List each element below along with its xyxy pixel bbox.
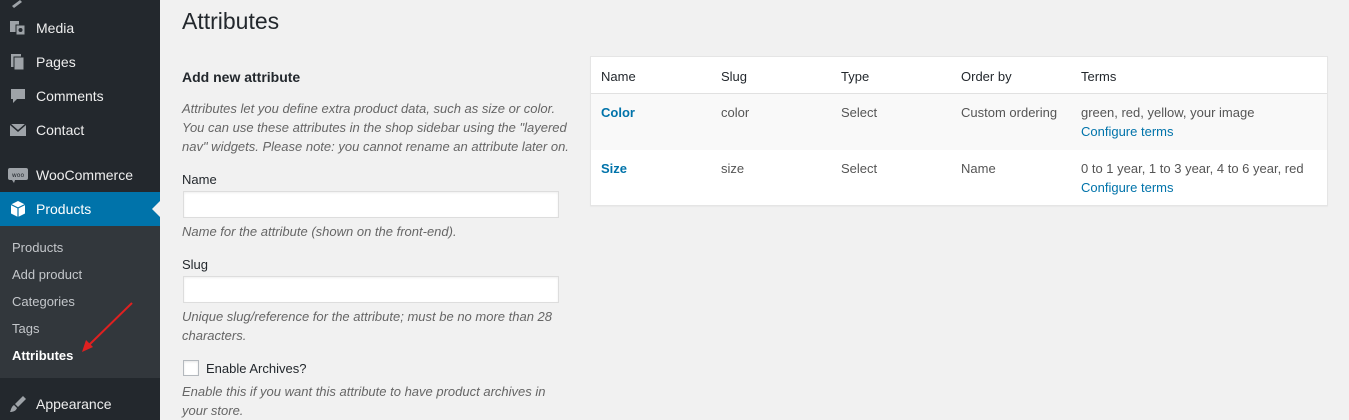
archives-description: Enable this if you want this attribute t… [182,384,546,418]
submenu-item-attributes[interactable]: Attributes [12,348,73,364]
menu-item-appearance[interactable]: Appearance [0,387,160,420]
configure-terms-link[interactable]: Configure terms [1081,124,1173,140]
menu-item-woocommerce[interactable]: woo WooCommerce [0,158,160,192]
slug-label: Slug [182,257,209,272]
name-label: Name [182,172,217,187]
enable-archives-checkbox[interactable] [183,360,199,376]
attribute-order-by: Name [961,161,996,176]
media-icon [8,19,28,37]
menu-item-comments[interactable]: Comments [0,79,160,113]
attribute-slug: size [721,161,745,176]
menu-label-contact: Contact [36,122,85,138]
enable-archives-label[interactable]: Enable Archives? [206,361,306,377]
attribute-type: Select [841,161,878,176]
attribute-name-link[interactable]: Size [601,161,627,177]
form-intro-text: Attributes let you define extra product … [182,101,569,154]
menu-item-media[interactable]: Media [0,11,160,45]
attribute-terms: 0 to 1 year, 1 to 3 year, 4 to 6 year, r… [1081,161,1304,176]
collapsed-item-icon [12,0,22,8]
name-input[interactable] [183,191,559,218]
attribute-order-by: Custom ordering [961,105,1058,120]
woocommerce-icon: woo [8,166,28,184]
page-title: Attributes [182,8,280,34]
column-header-type: Type [841,69,870,84]
pages-icon [8,53,28,71]
table-row: Color color Select Custom ordering green… [591,94,1327,150]
menu-label-media: Media [36,20,75,36]
menu-label-products: Products [36,201,92,217]
attribute-type: Select [841,105,878,120]
name-description: Name for the attribute (shown on the fro… [182,224,457,239]
attribute-name-link[interactable]: Color [601,105,635,121]
comments-icon [8,87,28,105]
red-arrow-annotation-icon [82,302,133,352]
submenu-item-categories[interactable]: Categories [12,294,75,310]
menu-label-woocommerce: WooCommerce [36,167,133,183]
menu-label-appearance: Appearance [36,396,112,412]
attributes-table: Name Slug Type Order by Terms Color colo… [590,56,1328,206]
table-header: Name Slug Type Order by Terms [591,57,1327,94]
column-header-order-by: Order by [961,69,1012,84]
submenu-item-products[interactable]: Products [12,240,63,256]
products-icon [8,200,28,218]
appearance-icon [8,395,28,413]
svg-text:woo: woo [12,172,25,179]
menu-label-comments: Comments [36,88,104,104]
table-row: Size size Select Name 0 to 1 year, 1 to … [591,150,1327,206]
menu-item-pages[interactable]: Pages [0,45,160,79]
attribute-terms: green, red, yellow, your image [1081,105,1255,120]
slug-input[interactable] [183,276,559,303]
column-header-slug: Slug [721,69,748,84]
submenu-item-tags[interactable]: Tags [12,321,39,337]
column-header-name: Name [601,69,636,84]
submenu-item-add-product[interactable]: Add product [12,267,82,283]
configure-terms-link[interactable]: Configure terms [1081,180,1173,196]
column-header-terms: Terms [1081,69,1117,84]
menu-item-contact[interactable]: Contact [0,113,160,147]
contact-icon [8,121,28,139]
menu-item-products[interactable]: Products [0,192,160,226]
slug-description: Unique slug/reference for the attribute;… [182,309,552,343]
menu-label-pages: Pages [36,54,76,70]
form-heading: Add new attribute [182,69,301,85]
attribute-slug: color [721,105,750,120]
